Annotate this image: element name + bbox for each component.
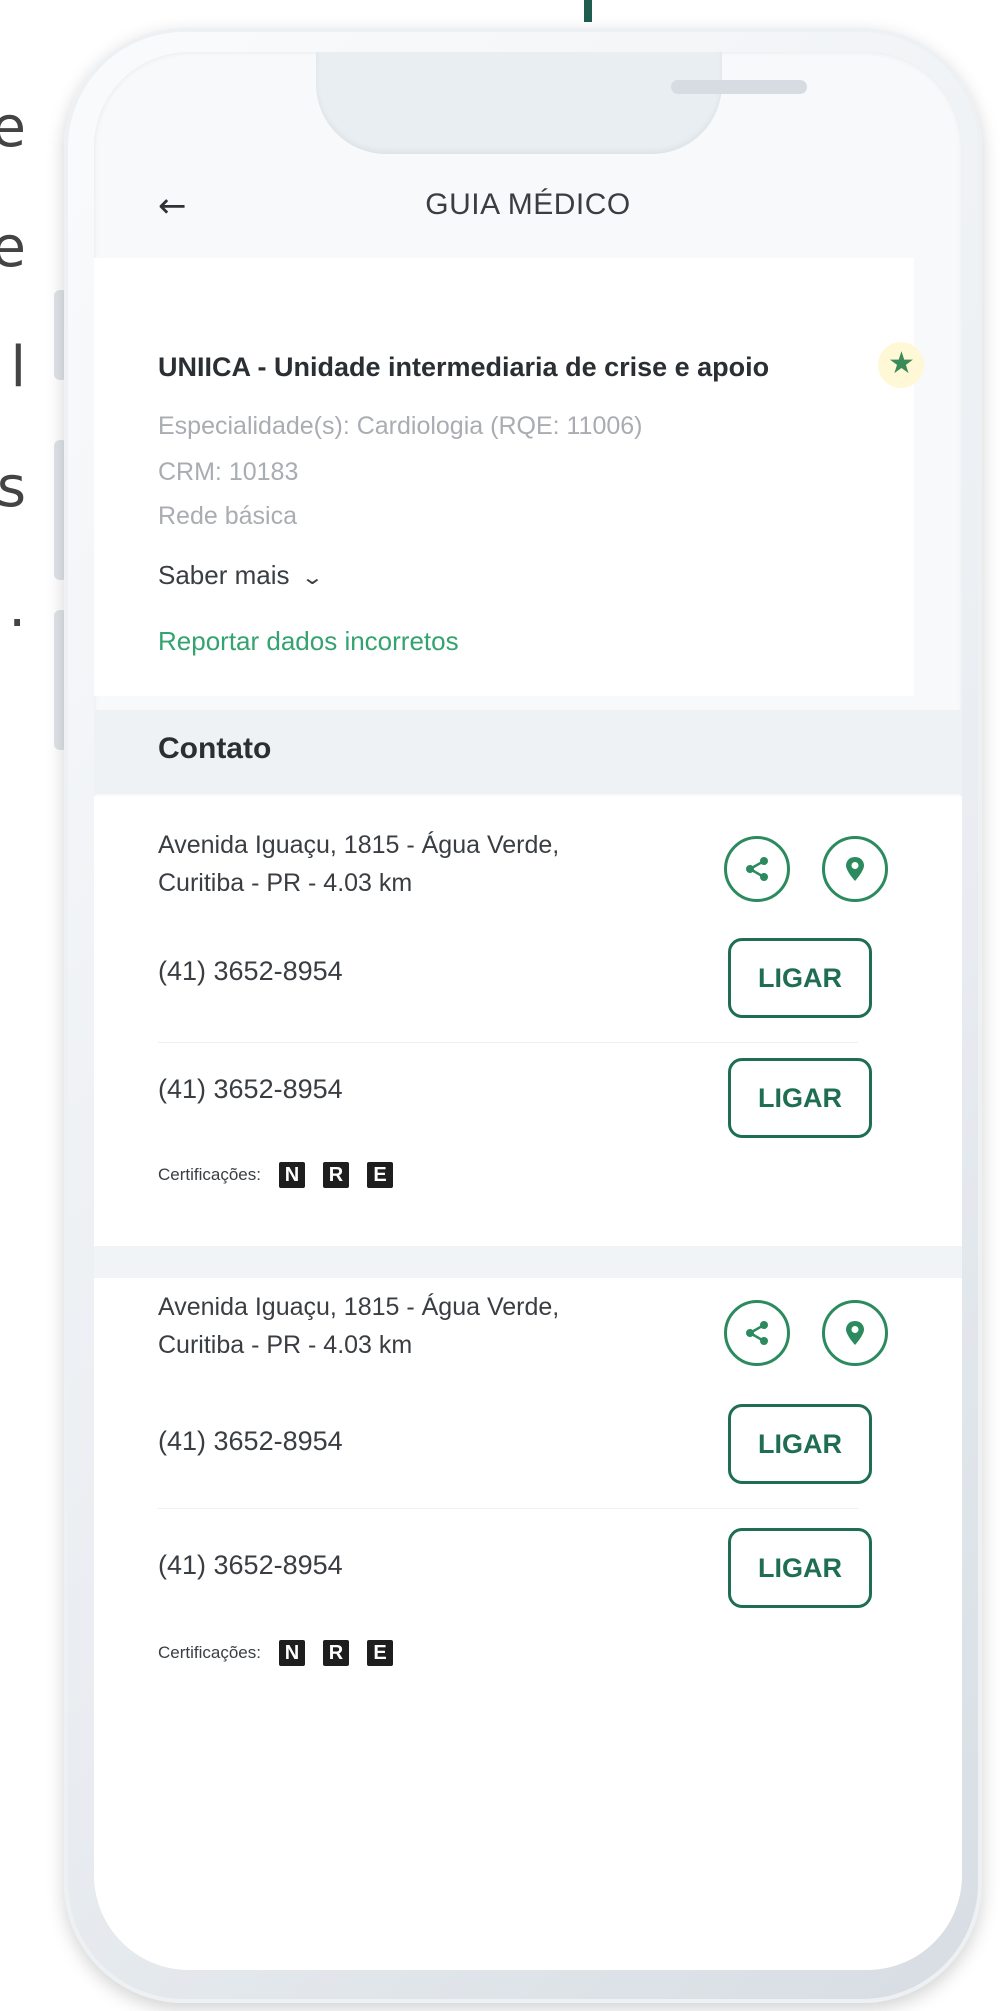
- edge-glyph: e: [0, 220, 26, 276]
- address: Avenida Iguaçu, 1815 - Água Verde, Curit…: [158, 826, 559, 902]
- certifications-label: Certificações:: [158, 1643, 261, 1662]
- map-pin-icon: [846, 1321, 864, 1345]
- phone-number: (41) 3652-8954: [158, 1426, 343, 1456]
- edge-glyph: e: [0, 100, 26, 156]
- contact-block: Avenida Iguaçu, 1815 - Água Verde, Curit…: [94, 796, 962, 1246]
- row-divider: [158, 1508, 858, 1509]
- section-divider: [94, 1246, 962, 1278]
- map-button[interactable]: [822, 836, 888, 902]
- chevron-down-icon: ⌄: [300, 565, 324, 589]
- certification-badge: N: [278, 1640, 305, 1666]
- edge-glyph: s: [0, 460, 26, 516]
- call-button[interactable]: LIGAR: [728, 938, 872, 1018]
- star-icon[interactable]: [878, 342, 924, 388]
- certifications-label: Certificações:: [158, 1165, 261, 1184]
- map-pin-icon: [846, 857, 864, 881]
- more-info-label: Saber mais: [158, 560, 290, 590]
- address-line: Curitiba - PR - 4.03 km: [158, 1331, 413, 1359]
- edge-glyph: .: [8, 580, 26, 636]
- edge-glyph: l: [10, 340, 26, 396]
- crm-text: CRM: 10183: [158, 458, 299, 486]
- share-button[interactable]: [724, 1300, 790, 1366]
- phone-number: (41) 3652-8954: [158, 1074, 343, 1104]
- address-line: Avenida Iguaçu, 1815 - Água Verde,: [158, 831, 560, 859]
- address-line: Curitiba - PR - 4.03 km: [158, 869, 413, 897]
- certifications-row: Certificações: N R E: [158, 1162, 393, 1188]
- call-button[interactable]: LIGAR: [728, 1404, 872, 1484]
- phone-number: (41) 3652-8954: [158, 956, 343, 986]
- call-button[interactable]: LIGAR: [728, 1058, 872, 1138]
- contact-section-header: Contato: [94, 710, 962, 794]
- phone-notch: [316, 52, 807, 154]
- call-button[interactable]: LIGAR: [728, 1528, 872, 1608]
- address-line: Avenida Iguaçu, 1815 - Água Verde,: [158, 1293, 560, 1321]
- more-info-toggle[interactable]: Saber mais ⌄: [158, 560, 324, 591]
- certification-badge: R: [322, 1640, 349, 1666]
- row-divider: [158, 1042, 858, 1043]
- specialty-text: Especialidade(s): Cardiologia (RQE: 1100…: [158, 412, 643, 440]
- provider-info-card: UNIICA - Unidade intermediaria de crise …: [94, 258, 924, 696]
- speaker-grille: [671, 80, 807, 94]
- report-incorrect-link[interactable]: Reportar dados incorretos: [158, 626, 459, 657]
- contact-title: Contato: [158, 732, 272, 765]
- address: Avenida Iguaçu, 1815 - Água Verde, Curit…: [158, 1288, 559, 1364]
- share-button[interactable]: [724, 836, 790, 902]
- share-icon: [746, 1321, 768, 1345]
- certification-badge: E: [366, 1162, 393, 1188]
- certification-badge: E: [366, 1640, 393, 1666]
- page-title: GUIA MÉDICO: [425, 188, 631, 221]
- certification-badge: R: [322, 1162, 349, 1188]
- phone-number: (41) 3652-8954: [158, 1550, 343, 1580]
- contact-block: Avenida Iguaçu, 1815 - Água Verde, Curit…: [94, 1278, 962, 1970]
- certifications-row: Certificações: N R E: [158, 1640, 393, 1666]
- phone-screen: ← GUIA MÉDICO UNIICA - Unidade intermedi…: [94, 52, 962, 1970]
- map-button[interactable]: [822, 1300, 888, 1366]
- network-text: Rede básica: [158, 502, 297, 530]
- app-header: ← GUIA MÉDICO: [94, 170, 962, 254]
- provider-name: UNIICA - Unidade intermediaria de crise …: [158, 352, 770, 382]
- share-icon: [746, 857, 768, 881]
- certification-badge: N: [278, 1162, 305, 1188]
- pointer-line: [584, 0, 592, 22]
